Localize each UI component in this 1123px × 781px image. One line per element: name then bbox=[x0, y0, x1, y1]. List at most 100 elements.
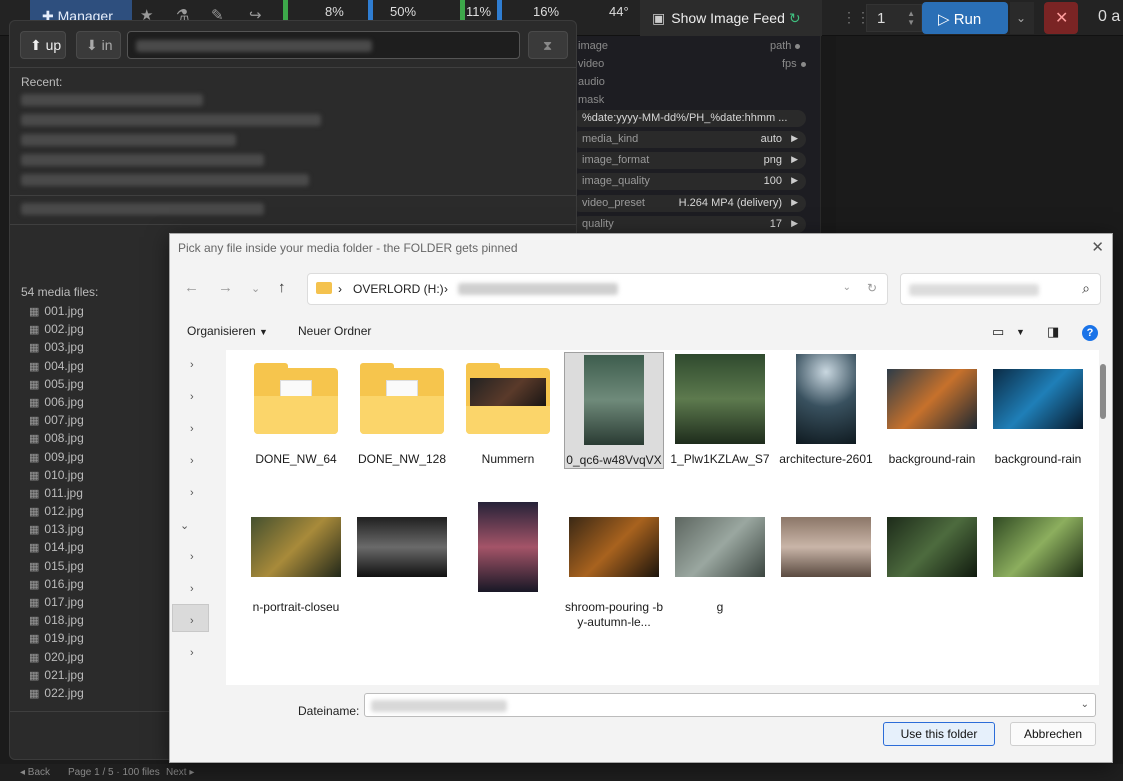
pin-fps[interactable]: fps bbox=[782, 58, 806, 70]
chevron-right-icon[interactable]: › bbox=[190, 487, 194, 499]
chevron-right-icon[interactable]: › bbox=[190, 615, 194, 627]
recent-item[interactable] bbox=[21, 114, 321, 126]
address-dropdown-icon[interactable]: ⌄ bbox=[843, 282, 851, 293]
breadcrumb-drive[interactable]: OVERLORD (H:) bbox=[353, 282, 444, 296]
image-file-item[interactable]: background-rain bbox=[882, 352, 982, 467]
arrow-right-icon[interactable]: ▶ bbox=[791, 154, 798, 165]
image-file-item[interactable] bbox=[776, 500, 876, 600]
image-file-item[interactable]: g bbox=[670, 500, 770, 615]
chevron-right-icon[interactable]: › bbox=[190, 647, 194, 659]
media-file-item[interactable]: ▦ 012.jpg bbox=[29, 504, 84, 522]
media-file-item[interactable]: ▦ 021.jpg bbox=[29, 668, 84, 686]
media-file-item[interactable]: ▦ 002.jpg bbox=[29, 322, 84, 340]
media-file-item[interactable]: ▦ 019.jpg bbox=[29, 631, 84, 649]
new-folder-button[interactable]: Neuer Ordner bbox=[298, 324, 371, 338]
chevron-down-icon[interactable]: ⌄ bbox=[180, 519, 189, 532]
next-link[interactable]: Next ▸ bbox=[166, 767, 194, 778]
organize-button[interactable]: Organisieren ▼ bbox=[187, 324, 268, 338]
in-button[interactable]: ⬇ in bbox=[76, 31, 121, 59]
chevron-right-icon[interactable]: › bbox=[190, 583, 194, 595]
media-file-item[interactable]: ▦ 016.jpg bbox=[29, 577, 84, 595]
recent-item[interactable] bbox=[21, 154, 264, 166]
stepper-arrows-icon[interactable]: ▲ ▼ bbox=[907, 9, 915, 27]
help-icon[interactable]: ? bbox=[1082, 325, 1098, 341]
recent-item[interactable] bbox=[21, 134, 236, 146]
arrow-right-icon[interactable]: ▶ bbox=[791, 197, 798, 208]
media-file-item[interactable]: ▦ 018.jpg bbox=[29, 613, 84, 631]
recent-locations-chevron-icon[interactable]: ⌄ bbox=[251, 282, 260, 295]
quality-widget[interactable]: quality 17 ▶ bbox=[572, 216, 806, 233]
image-file-item[interactable]: 1_Plw1KZLAw_S7 bbox=[670, 352, 770, 467]
recent-item[interactable] bbox=[21, 94, 203, 106]
chevron-down-icon[interactable]: ⌄ bbox=[1081, 699, 1089, 710]
arrow-right-icon[interactable]: ▶ bbox=[791, 218, 798, 229]
pin-mask[interactable]: mask bbox=[578, 94, 604, 106]
folder-item[interactable]: DONE_NW_128 bbox=[352, 352, 452, 467]
image-file-item[interactable]: architecture-2601 bbox=[776, 352, 876, 467]
use-this-folder-button[interactable]: Use this folder bbox=[883, 722, 995, 746]
folder-item[interactable]: DONE_NW_64 bbox=[246, 352, 346, 467]
media-file-item[interactable]: ▦ 006.jpg bbox=[29, 395, 84, 413]
chevron-right-icon[interactable]: › bbox=[190, 551, 194, 563]
folder-item[interactable]: Nummern bbox=[458, 352, 558, 467]
media-file-item[interactable]: ▦ 003.jpg bbox=[29, 340, 84, 358]
chevron-right-icon[interactable]: › bbox=[190, 455, 194, 467]
pin-audio[interactable]: audio bbox=[578, 76, 605, 88]
pin-path[interactable]: path bbox=[770, 40, 801, 52]
media-file-item[interactable]: ▦ 017.jpg bbox=[29, 595, 84, 613]
video-preset-widget[interactable]: video_preset H.264 MP4 (delivery) ▶ bbox=[572, 195, 806, 212]
media-file-item[interactable]: ▦ 015.jpg bbox=[29, 559, 84, 577]
up-button[interactable]: ⬆ up bbox=[20, 31, 66, 59]
preview-pane-icon[interactable]: ◨ bbox=[1047, 324, 1059, 340]
media-file-item[interactable]: ▦ 009.jpg bbox=[29, 450, 84, 468]
media-file-item[interactable]: ▦ 005.jpg bbox=[29, 377, 84, 395]
chevron-right-icon[interactable]: › bbox=[190, 423, 194, 435]
media-file-item[interactable]: ▦ 008.jpg bbox=[29, 431, 84, 449]
image-file-item[interactable]: n-portrait-closeu bbox=[246, 500, 346, 615]
filename-input[interactable]: ⌄ bbox=[364, 693, 1096, 717]
media-file-item[interactable]: ▦ 013.jpg bbox=[29, 522, 84, 540]
arrow-right-icon[interactable]: ▶ bbox=[791, 133, 798, 144]
run-button[interactable]: ▷ Run bbox=[922, 2, 1008, 34]
breadcrumb-chevron[interactable]: › bbox=[338, 282, 342, 296]
chevron-right-icon[interactable]: › bbox=[190, 391, 194, 403]
media-file-item[interactable]: ▦ 004.jpg bbox=[29, 359, 84, 377]
path-widget[interactable]: %date:yyyy-MM-dd%/PH_%date:hhmm ... bbox=[572, 110, 806, 127]
cancel-run-button[interactable]: ✕ bbox=[1044, 2, 1078, 34]
image-quality-widget[interactable]: image_quality 100 ▶ bbox=[572, 173, 806, 190]
view-dropdown-icon[interactable]: ▼ bbox=[1016, 327, 1025, 337]
back-arrow-icon[interactable]: ← bbox=[184, 279, 199, 296]
forward-arrow-icon[interactable]: → bbox=[218, 279, 233, 296]
show-image-feed-button[interactable]: ▣ Show Image Feed ↻ bbox=[640, 0, 822, 36]
search-box[interactable]: ⌕ bbox=[900, 273, 1101, 305]
close-icon[interactable]: ✕ bbox=[1091, 238, 1104, 256]
pin-image[interactable]: image bbox=[578, 40, 608, 52]
image-file-item[interactable]: 0_qc6-w48VvqVX bbox=[564, 352, 664, 469]
media-file-item[interactable]: ▦ 010.jpg bbox=[29, 468, 84, 486]
run-options-dropdown[interactable]: ⌄ bbox=[1010, 2, 1034, 34]
path-input[interactable] bbox=[127, 31, 520, 59]
pin-video[interactable]: video bbox=[578, 58, 604, 70]
media-file-item[interactable]: ▦ 001.jpg bbox=[29, 304, 84, 322]
batch-count-input[interactable]: 1 ▲ ▼ bbox=[866, 4, 922, 32]
image-file-item[interactable] bbox=[458, 500, 558, 600]
pinned-item[interactable] bbox=[21, 203, 264, 215]
image-file-item[interactable]: shroom-pouring -by-autumn-le... bbox=[564, 500, 664, 630]
media-file-item[interactable]: ▦ 011.jpg bbox=[29, 486, 84, 504]
media-file-item[interactable]: ▦ 007.jpg bbox=[29, 413, 84, 431]
media-file-item[interactable]: ▦ 014.jpg bbox=[29, 540, 84, 558]
back-link[interactable]: ◂ Back bbox=[20, 767, 50, 778]
image-file-item[interactable] bbox=[352, 500, 452, 600]
image-file-item[interactable] bbox=[882, 500, 982, 600]
image-file-item[interactable] bbox=[988, 500, 1088, 600]
chevron-right-icon[interactable]: › bbox=[190, 359, 194, 371]
cancel-button[interactable]: Abbrechen bbox=[1010, 722, 1096, 746]
up-arrow-icon[interactable]: ↑ bbox=[278, 279, 286, 296]
vertical-scrollbar[interactable] bbox=[1100, 364, 1106, 419]
arrow-right-icon[interactable]: ▶ bbox=[791, 175, 798, 186]
breadcrumb-chevron[interactable]: › bbox=[444, 282, 448, 296]
image-file-item[interactable]: background-rain bbox=[988, 352, 1088, 467]
refresh-icon[interactable]: ↻ bbox=[867, 281, 877, 295]
view-mode-icon[interactable]: ▭ bbox=[992, 324, 1004, 340]
image-format-widget[interactable]: image_format png ▶ bbox=[572, 152, 806, 169]
